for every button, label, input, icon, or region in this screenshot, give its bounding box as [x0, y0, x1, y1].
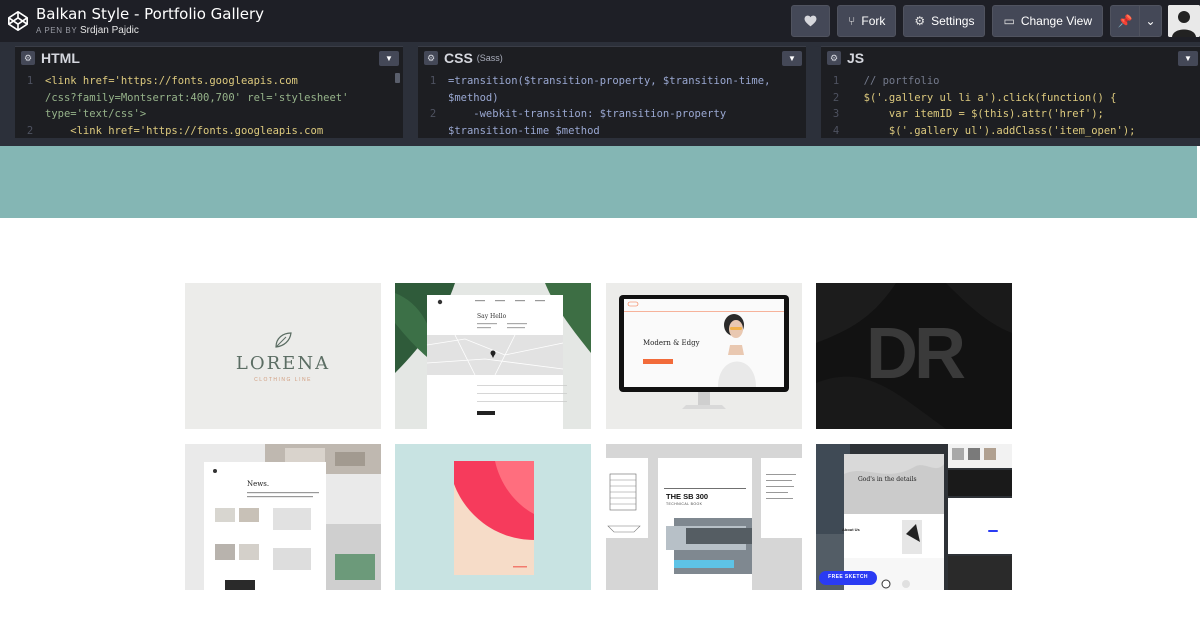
- html-collapse-chevron-icon[interactable]: ▼: [379, 51, 399, 66]
- fork-icon: ⑂: [848, 13, 856, 28]
- contact-heading: Say Hello: [477, 313, 507, 320]
- pin-icon: 📌: [1117, 13, 1133, 28]
- gallery-item-dr-dark[interactable]: DR: [816, 283, 1012, 429]
- html-editor-header: ⚙ HTML ▼: [15, 47, 403, 69]
- css-editor-header: ⚙ CSS (Sass) ▼: [418, 47, 806, 69]
- code-line: $('.gallery ul').addClass('item_open');: [851, 124, 1136, 137]
- code-line: // portfolio: [851, 75, 940, 87]
- line-number: 2: [26, 124, 34, 137]
- change-view-button[interactable]: ▭ Change View: [992, 4, 1103, 37]
- contact-mockup: [395, 283, 591, 429]
- line-number: 3: [832, 108, 840, 120]
- lorena-logo-text: LORENA: [235, 353, 331, 374]
- gods-mockup: [816, 444, 1012, 590]
- dr-monogram: DR: [866, 314, 966, 394]
- css-code[interactable]: 1 =transition($transition-property, $tran…: [418, 69, 806, 139]
- css-settings-gear-icon[interactable]: ⚙: [424, 51, 438, 65]
- news-heading: News.: [247, 480, 270, 488]
- pen-title[interactable]: Balkan Style - Portfolio Gallery: [36, 6, 264, 22]
- leaf-icon: [275, 332, 292, 348]
- hero-banner: [0, 146, 1197, 218]
- js-code[interactable]: 1 // portfolio 2 $('.gallery ul li a').c…: [821, 69, 1200, 139]
- gallery-item-lorena[interactable]: LORENA CLOTHING LINE: [185, 283, 381, 429]
- line-number: 2: [429, 108, 437, 120]
- js-editor-pane: ⚙ JS ▼ 1 // portfolio 2 $('.gallery ul l…: [821, 46, 1200, 138]
- css-editor-pane: ⚙ CSS (Sass) ▼ 1 =transition($transition-…: [418, 46, 806, 138]
- code-line: -webkit-transition: $transition-property: [448, 108, 727, 120]
- settings-label: Settings: [931, 13, 975, 28]
- css-preprocessor-label: (Sass): [476, 53, 503, 63]
- love-button[interactable]: [791, 4, 831, 37]
- line-number: [418, 123, 448, 140]
- gallery-item-news[interactable]: News.: [185, 444, 381, 590]
- free-sketch-button[interactable]: FREE SKETCH: [819, 574, 877, 580]
- top-bar: Balkan Style - Portfolio Gallery A PEN B…: [0, 0, 1200, 42]
- gallery-item-contact-page[interactable]: Say Hello: [395, 283, 591, 429]
- line-number: [418, 90, 448, 107]
- line-number: 4: [832, 124, 840, 137]
- line-number: 2: [832, 91, 840, 104]
- pen-author-line: A PEN BY Srdjan Pajdic: [36, 25, 264, 36]
- code-line: type='text/css'>: [45, 108, 147, 120]
- gallery-item-gods-details[interactable]: God's in the details About Us FREE SKETC…: [816, 444, 1012, 590]
- pin-button-group: 📌 ⌄: [1110, 4, 1162, 37]
- code-line: <link href='https://fonts.googleapis.com: [45, 124, 324, 137]
- user-avatar[interactable]: [1168, 4, 1200, 37]
- line-number: [15, 90, 45, 107]
- css-editor-title: CSS: [444, 50, 473, 66]
- line-number: 1: [429, 75, 437, 87]
- js-editor-header: ⚙ JS ▼: [821, 47, 1200, 69]
- book-mockup: [395, 444, 591, 590]
- code-line: <link href='https://fonts.googleapis.com: [45, 75, 298, 87]
- pin-button[interactable]: 📌: [1110, 4, 1140, 37]
- code-line: =transition($transition-property, $trans…: [448, 75, 771, 87]
- result-preview: LORENA CLOTHING LINE Say Hello Modern & …: [0, 146, 1200, 641]
- code-line: $('.gallery ul li a').click(function() {: [851, 91, 1117, 104]
- html-settings-gear-icon[interactable]: ⚙: [21, 51, 35, 65]
- code-line: var itemID = $(this).attr('href');: [851, 108, 1104, 120]
- gods-heading: God's in the details: [858, 476, 917, 483]
- code-line: $method): [448, 91, 499, 104]
- heart-icon: [804, 15, 817, 26]
- change-view-label: Change View: [1020, 13, 1092, 28]
- pen-title-block: Balkan Style - Portfolio Gallery A PEN B…: [36, 6, 264, 36]
- codepen-logo-icon[interactable]: [0, 0, 36, 42]
- js-collapse-chevron-icon[interactable]: ▼: [1178, 51, 1198, 66]
- sb300-subheading: TECHNICAL BOOK: [666, 502, 703, 506]
- line-number: 1: [832, 75, 840, 87]
- gear-icon: ⚙: [914, 13, 926, 28]
- line-number: [15, 106, 45, 123]
- gallery-item-sb300[interactable]: THE SB 300 TECHNICAL BOOK: [606, 444, 802, 590]
- html-scrollbar[interactable]: [395, 73, 400, 83]
- lorena-tagline: CLOTHING LINE: [254, 377, 312, 383]
- layout-icon: ▭: [1003, 13, 1015, 28]
- js-settings-gear-icon[interactable]: ⚙: [827, 51, 841, 65]
- fork-button[interactable]: ⑂ Fork: [837, 4, 897, 37]
- sb300-heading: THE SB 300: [666, 492, 709, 501]
- sb300-mockup: [606, 444, 802, 590]
- monitor-mockup: [606, 283, 802, 429]
- modern-edgy-heading: Modern & Edgy: [643, 339, 700, 347]
- pen-author-link[interactable]: Srdjan Pajdic: [80, 25, 139, 36]
- about-us-heading: About Us: [842, 527, 860, 532]
- html-editor-pane: ⚙ HTML ▼ 1 <link href='https://fonts.goog…: [15, 46, 403, 138]
- pen-by-label: A PEN BY: [36, 25, 78, 35]
- chevron-down-icon: ⌄: [1145, 13, 1156, 28]
- gallery-item-book-cover[interactable]: [395, 444, 591, 590]
- js-editor-title: JS: [847, 50, 865, 66]
- html-editor-title: HTML: [41, 50, 80, 66]
- line-number: 1: [26, 75, 34, 87]
- news-mockup: [185, 444, 381, 590]
- code-line: $transition-time $method: [448, 124, 600, 137]
- gallery-item-modern-edgy[interactable]: Modern & Edgy: [606, 283, 802, 429]
- pin-dropdown-button[interactable]: ⌄: [1140, 4, 1162, 37]
- html-code[interactable]: 1 <link href='https://fonts.googleapis.co…: [15, 69, 403, 139]
- header-actions: ⑂ Fork ⚙ Settings ▭ Change View 📌 ⌄: [791, 4, 1200, 37]
- settings-button[interactable]: ⚙ Settings: [903, 4, 986, 37]
- fork-label: Fork: [861, 13, 886, 28]
- css-collapse-chevron-icon[interactable]: ▼: [782, 51, 802, 66]
- code-line: /css?family=Montserrat:400,700' rel='sty…: [45, 91, 349, 104]
- code-editors: ⚙ HTML ▼ 1 <link href='https://fonts.goog…: [0, 42, 1200, 146]
